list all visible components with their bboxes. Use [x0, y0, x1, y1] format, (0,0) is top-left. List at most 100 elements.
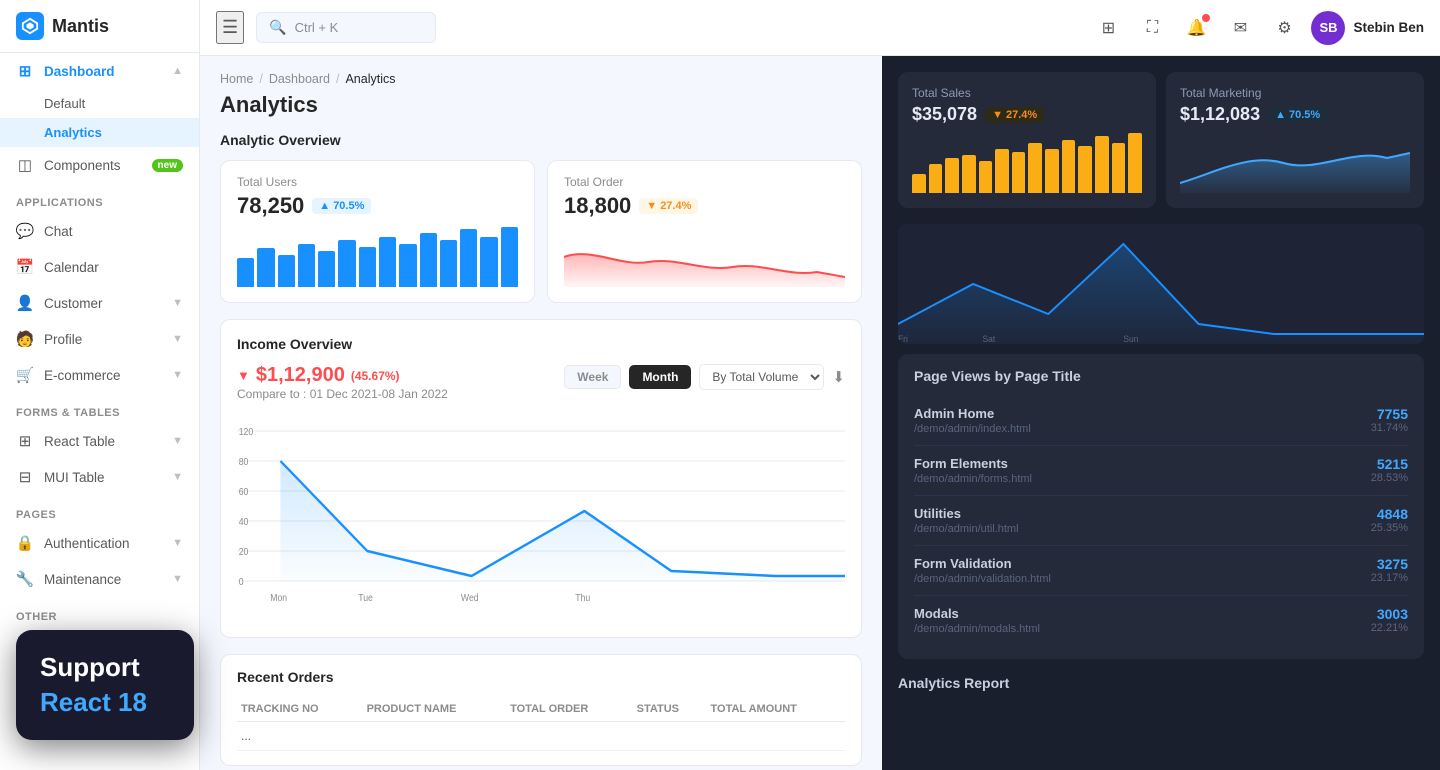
svg-text:Wed: Wed — [461, 592, 479, 603]
react-table-icon: ⊞ — [16, 432, 34, 450]
bar — [338, 240, 355, 287]
settings-button[interactable]: ⚙ — [1267, 11, 1301, 45]
messages-button[interactable]: ✉ — [1223, 11, 1257, 45]
breadcrumb-home[interactable]: Home — [220, 72, 253, 86]
maintenance-icon: 🔧 — [16, 570, 34, 588]
svg-text:Thu: Thu — [575, 592, 590, 603]
hamburger-button[interactable]: ☰ — [216, 11, 244, 44]
bar — [480, 237, 497, 287]
stat-card-order: Total Order 18,800 ▼ 27.4% — [547, 160, 862, 303]
analytics-report-title: Analytics Report — [898, 675, 1424, 691]
chevron-up-icon: ▲ — [172, 65, 183, 77]
customer-icon: 👤 — [16, 294, 34, 312]
stat-value-row-users: 78,250 ▲ 70.5% — [237, 193, 518, 219]
bar — [237, 258, 254, 287]
users-bar-chart — [237, 227, 518, 287]
notification-badge — [1202, 14, 1210, 22]
apps-button[interactable]: ⊞ — [1091, 11, 1125, 45]
sidebar-logo[interactable]: Mantis — [0, 0, 199, 53]
sidebar-item-dashboard[interactable]: ⊞ Dashboard ▲ — [0, 53, 199, 89]
svg-text:Tue: Tue — [358, 592, 373, 603]
sidebar-item-maintenance[interactable]: 🔧 Maintenance ▼ — [0, 561, 199, 597]
page-view-row-0: Admin Home /demo/admin/index.html 7755 3… — [914, 396, 1408, 446]
order-area-chart — [564, 227, 845, 287]
bar — [379, 237, 396, 287]
stat-cards-light: Total Users 78,250 ▲ 70.5% — [220, 160, 862, 303]
support-popup-line1: Support — [40, 652, 170, 683]
col-status: STATUS — [633, 697, 707, 722]
mui-table-icon: ⊟ — [16, 468, 34, 486]
profile-icon: 🧑 — [16, 330, 34, 348]
chevron-down-icon: ▼ — [172, 435, 183, 447]
stat-value-users: 78,250 — [237, 193, 304, 219]
page-views-title: Page Views by Page Title — [914, 368, 1408, 384]
dark-stat-label-sales: Total Sales — [912, 86, 1142, 100]
section-label-other: Other — [0, 597, 199, 627]
income-header: ▼ $1,12,900 (45.67%) Compare to : 01 Dec… — [237, 364, 845, 413]
chevron-down-icon: ▼ — [172, 333, 183, 345]
marketing-area-chart — [1180, 133, 1410, 193]
svg-text:20: 20 — [239, 546, 249, 557]
content-area: Home / Dashboard / Analytics Analytics A… — [200, 56, 1440, 770]
col-amount: TOTAL AMOUNT — [707, 697, 846, 722]
fullscreen-button[interactable]: ⛶ — [1135, 11, 1169, 45]
stat-value-row-order: 18,800 ▼ 27.4% — [564, 193, 845, 219]
logo-icon — [16, 12, 44, 40]
search-box[interactable]: 🔍 Ctrl + K — [256, 12, 436, 43]
col-tracking: TRACKING NO — [237, 697, 363, 722]
app-name: Mantis — [52, 16, 109, 37]
notifications-button[interactable]: 🔔 — [1179, 11, 1213, 45]
sidebar-item-authentication[interactable]: 🔒 Authentication ▼ — [0, 525, 199, 561]
bar — [257, 248, 274, 287]
dark-income-chart: Fri Sat Sun — [898, 224, 1424, 344]
sidebar-item-customer[interactable]: 👤 Customer ▼ — [0, 285, 199, 321]
stat-value-order: 18,800 — [564, 193, 631, 219]
dark-stat-value-row-sales: $35,078 ▼ 27.4% — [912, 104, 1142, 125]
dark-stat-label-marketing: Total Marketing — [1180, 86, 1410, 100]
chevron-down-icon: ▼ — [172, 537, 183, 549]
dark-stat-value-marketing: $1,12,083 — [1180, 104, 1260, 125]
dashboard-icon: ⊞ — [16, 62, 34, 80]
volume-select[interactable]: By Total Volume — [699, 364, 824, 390]
download-button[interactable]: ⬇ — [832, 368, 845, 386]
col-product: PRODUCT NAME — [363, 697, 507, 722]
svg-text:40: 40 — [239, 516, 249, 527]
bar — [460, 229, 477, 287]
sidebar-item-ecommerce[interactable]: 🛒 E-commerce ▼ — [0, 357, 199, 393]
page-view-row-3: Form Validation /demo/admin/validation.h… — [914, 546, 1408, 596]
month-button[interactable]: Month — [629, 365, 691, 389]
sidebar-item-components[interactable]: ◫ Components new — [0, 147, 199, 183]
components-icon: ◫ — [16, 156, 34, 174]
week-button[interactable]: Week — [564, 365, 621, 389]
sidebar-item-chat[interactable]: 💬 Chat — [0, 213, 199, 249]
breadcrumb-dashboard[interactable]: Dashboard — [269, 72, 330, 86]
dark-stat-card-sales: Total Sales $35,078 ▼ 27.4% — [898, 72, 1156, 208]
orders-card: Recent Orders TRACKING NO PRODUCT NAME T… — [220, 654, 862, 766]
page-view-row-2: Utilities /demo/admin/util.html 4848 25.… — [914, 496, 1408, 546]
stat-badge-users: ▲ 70.5% — [312, 198, 371, 214]
search-icon: 🔍 — [269, 19, 286, 36]
sidebar-item-mui-table[interactable]: ⊟ MUI Table ▼ — [0, 459, 199, 495]
ecommerce-icon: 🛒 — [16, 366, 34, 384]
sidebar-subitem-analytics[interactable]: Analytics — [0, 118, 199, 147]
breadcrumb-current: Analytics — [345, 72, 395, 86]
support-popup[interactable]: Support React 18 — [16, 630, 194, 740]
svg-text:120: 120 — [239, 426, 253, 437]
avatar: SB — [1311, 11, 1345, 45]
svg-text:Sat: Sat — [983, 334, 996, 344]
income-card: Income Overview ▼ $1,12,900 (45.67%) Com… — [220, 319, 862, 638]
sidebar-subitem-default[interactable]: Default — [0, 89, 199, 118]
svg-text:Fri: Fri — [898, 334, 908, 344]
left-panel: Home / Dashboard / Analytics Analytics A… — [200, 56, 882, 770]
orders-table: TRACKING NO PRODUCT NAME TOTAL ORDER STA… — [237, 697, 845, 751]
sidebar-item-profile[interactable]: 🧑 Profile ▼ — [0, 321, 199, 357]
support-popup-line2: React 18 — [40, 687, 170, 718]
sidebar-item-calendar[interactable]: 📅 Calendar — [0, 249, 199, 285]
section-label-applications: Applications — [0, 183, 199, 213]
sidebar-item-react-table[interactable]: ⊞ React Table ▼ — [0, 423, 199, 459]
new-badge: new — [152, 159, 183, 172]
bar — [318, 251, 335, 287]
user-menu[interactable]: SB Stebin Ben — [1311, 11, 1424, 45]
stat-badge-order: ▼ 27.4% — [639, 198, 698, 214]
right-panel: Total Sales $35,078 ▼ 27.4% — [882, 56, 1440, 770]
